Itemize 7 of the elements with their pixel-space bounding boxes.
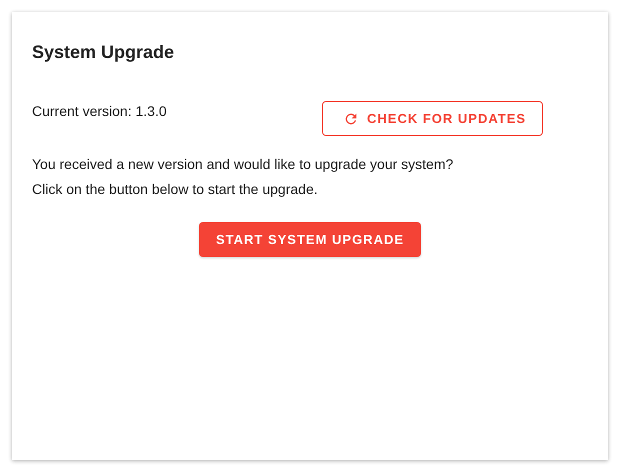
current-version-text: Current version: 1.3.0	[32, 103, 168, 119]
card-title: System Upgrade	[32, 42, 176, 63]
refresh-icon	[343, 110, 359, 126]
message-text: You received a new version and would like to upgrade your system?	[32, 156, 454, 172]
message-text: Click on the button below to start the upgrade.	[32, 181, 319, 197]
start-upgrade-button[interactable]: START SYSTEM UPGRADE	[198, 222, 422, 257]
check-updates-button[interactable]: CHECK FOR UPDATES	[322, 101, 544, 136]
